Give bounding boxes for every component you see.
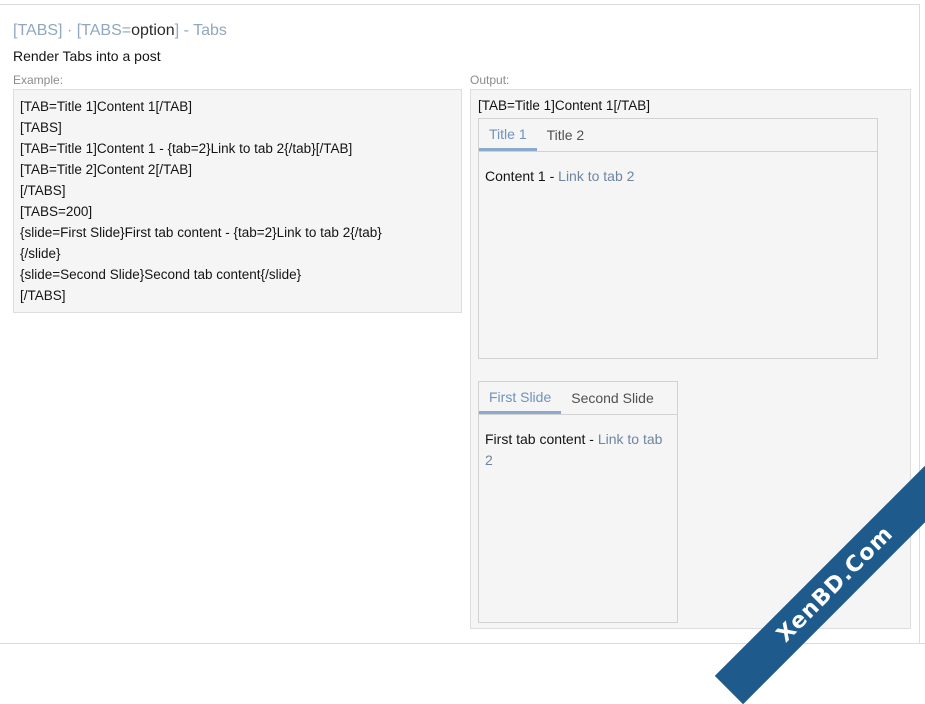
title-option: option xyxy=(131,22,175,39)
tab-panel: Content 1 - Link to tab 2 xyxy=(479,152,877,201)
code-line: [TABS] xyxy=(20,120,62,135)
tab-panel: First tab content - Link to tab 2 xyxy=(479,415,677,485)
tab-title-1[interactable]: Title 1 xyxy=(479,119,537,151)
code-line: {slide=Second Slide}Second tab content{/… xyxy=(20,267,302,282)
title-tag-tabs-option-open: [TABS= xyxy=(76,22,132,39)
example-code-box[interactable]: [TAB=Title 1]Content 1[/TAB] [TABS] [TAB… xyxy=(13,89,462,313)
tabs-widget-default: Title 1 Title 2 Content 1 - Link to tab … xyxy=(478,118,878,359)
tab-panel-text: Content 1 - xyxy=(485,168,559,184)
title-separator: · xyxy=(62,22,77,39)
code-line: {/slide} xyxy=(20,246,61,261)
tabs-widget-200: First Slide Second Slide First tab conte… xyxy=(478,381,678,623)
code-line: [TAB=Title 2]Content 2[/TAB] xyxy=(20,162,192,177)
code-line: [TAB=Title 1]Content 1 - {tab=2}Link to … xyxy=(20,141,353,156)
bbcode-title: [TABS] · [TABS=option] - Tabs xyxy=(13,22,227,40)
output-raw-line: [TAB=Title 1]Content 1[/TAB] xyxy=(478,98,650,113)
tab-second-slide[interactable]: Second Slide xyxy=(561,382,664,414)
code-line: [/TABS] xyxy=(20,288,66,303)
bbcode-description: Render Tabs into a post xyxy=(13,48,161,64)
tab-bar: Title 1 Title 2 xyxy=(479,119,877,152)
title-name: - Tabs xyxy=(179,22,227,39)
link-to-tab-2[interactable]: Link to tab 2 xyxy=(558,168,634,184)
code-line: [/TABS] xyxy=(20,183,66,198)
output-label: Output: xyxy=(470,73,510,87)
example-label: Example: xyxy=(13,73,64,87)
tab-first-slide[interactable]: First Slide xyxy=(479,382,562,414)
tab-panel-text: First tab content - xyxy=(485,431,598,447)
title-tag-tabs: [TABS] xyxy=(13,22,63,39)
code-line: [TAB=Title 1]Content 1[/TAB] xyxy=(20,99,192,114)
code-line: {slide=First Slide}First tab content - {… xyxy=(20,225,382,240)
tab-bar: First Slide Second Slide xyxy=(479,382,677,415)
tab-title-2[interactable]: Title 2 xyxy=(537,119,595,151)
code-line: [TABS=200] xyxy=(20,204,93,219)
